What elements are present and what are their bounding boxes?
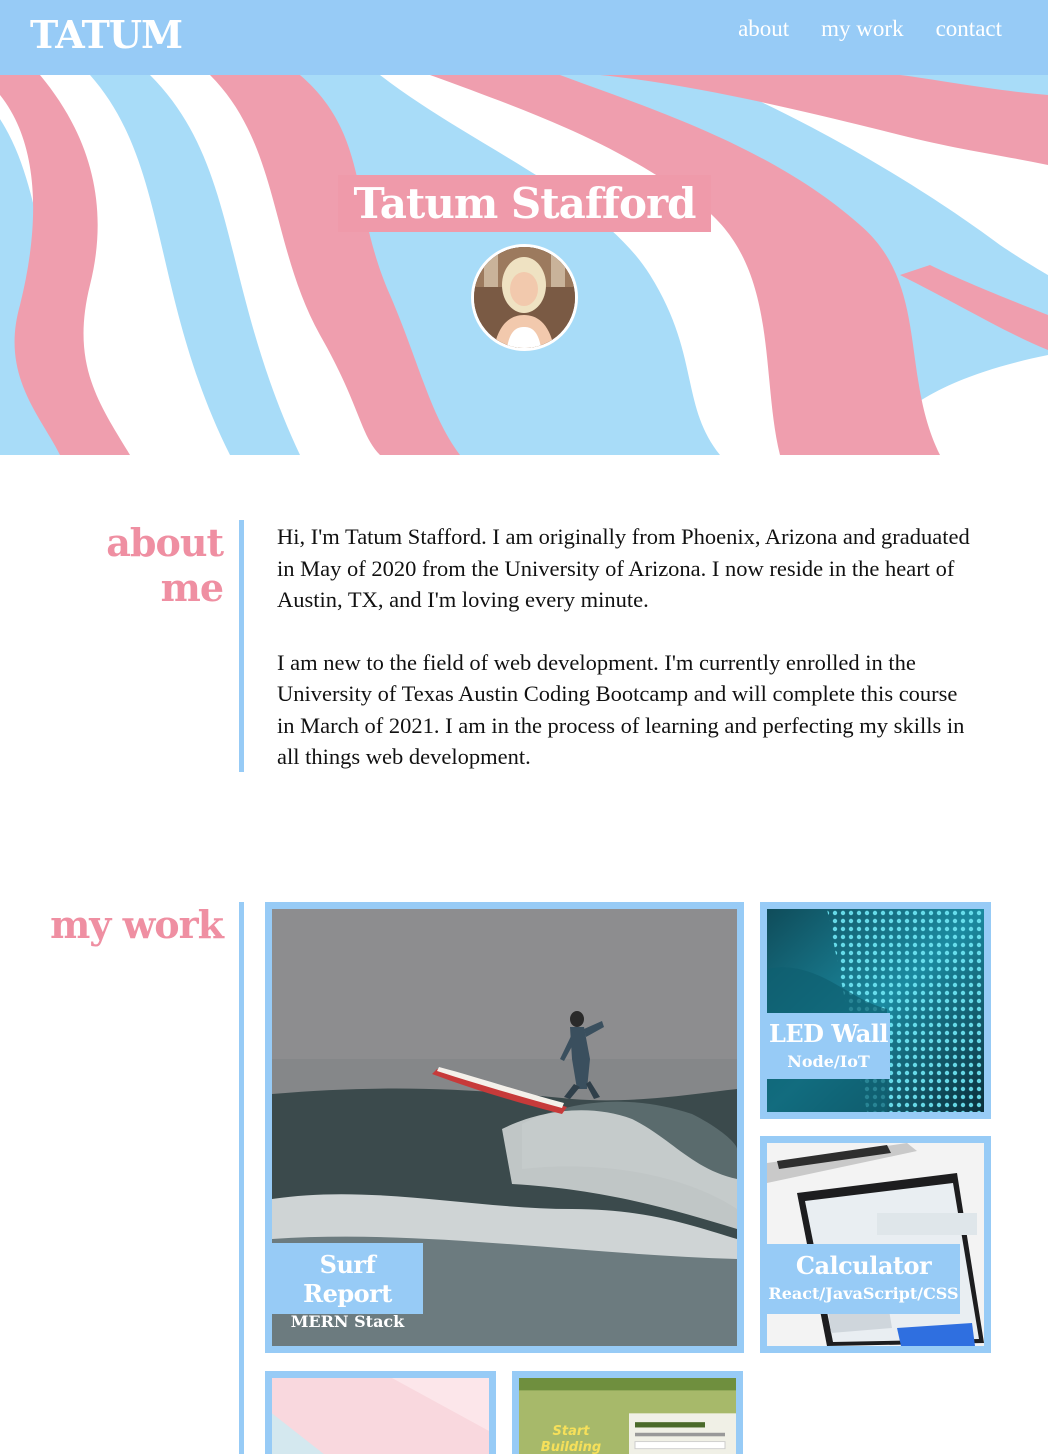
about-paragraph-2: I am new to the field of web development… [277, 649, 965, 770]
project-card-calculator[interactable]: Calculator React/JavaScript/CSS [760, 1136, 991, 1353]
led-wall-title: LED Wall [769, 1019, 889, 1048]
about-body: Hi, I'm Tatum Stafford. I am originally … [277, 521, 977, 773]
work-section-title: my work [50, 902, 224, 947]
brand-logo[interactable]: TATUM [30, 12, 183, 57]
surf-report-stack: MERN Stack [290, 1312, 405, 1331]
profile-avatar [471, 244, 578, 351]
about-divider [239, 520, 244, 772]
partial-card-1-image [272, 1378, 489, 1454]
about-title-line1: about [106, 520, 224, 565]
about-title-line2: me [160, 565, 224, 610]
project-card-surf-report[interactable]: Surf Report MERN Stack [265, 902, 744, 1353]
project-card-led-wall[interactable]: LED Wall Node/IoT [760, 902, 991, 1119]
calculator-stack: React/JavaScript/CSS [768, 1284, 959, 1303]
led-wall-label: LED Wall Node/IoT [767, 1013, 890, 1079]
calculator-label: Calculator React/JavaScript/CSS [767, 1244, 960, 1314]
top-navbar: TATUM about my work contact [0, 0, 1048, 75]
work-divider [239, 902, 244, 1454]
led-wall-stack: Node/IoT [787, 1052, 870, 1071]
nav-links: about my work contact [738, 16, 1002, 42]
surf-report-label: Surf Report MERN Stack [272, 1243, 423, 1331]
project-card-partial-2[interactable]: Start Building Habits. [512, 1371, 743, 1454]
about-paragraph-1: Hi, I'm Tatum Stafford. I am originally … [277, 524, 970, 612]
nav-link-contact[interactable]: contact [936, 16, 1002, 42]
project-card-partial-1[interactable] [265, 1371, 496, 1454]
led-wall-photo [767, 909, 984, 1112]
surf-report-title: Surf Report [303, 1250, 392, 1308]
calculator-title: Calculator [795, 1251, 932, 1280]
hero-name-banner: Tatum Stafford [338, 175, 711, 232]
nav-link-my-work[interactable]: my work [821, 16, 903, 42]
about-section-title: about me [106, 520, 224, 610]
nav-link-about[interactable]: about [738, 16, 789, 42]
partial-card-2-headline: Start Building Habits. [540, 1424, 602, 1454]
hero-banner: Tatum Stafford [0, 75, 1048, 455]
